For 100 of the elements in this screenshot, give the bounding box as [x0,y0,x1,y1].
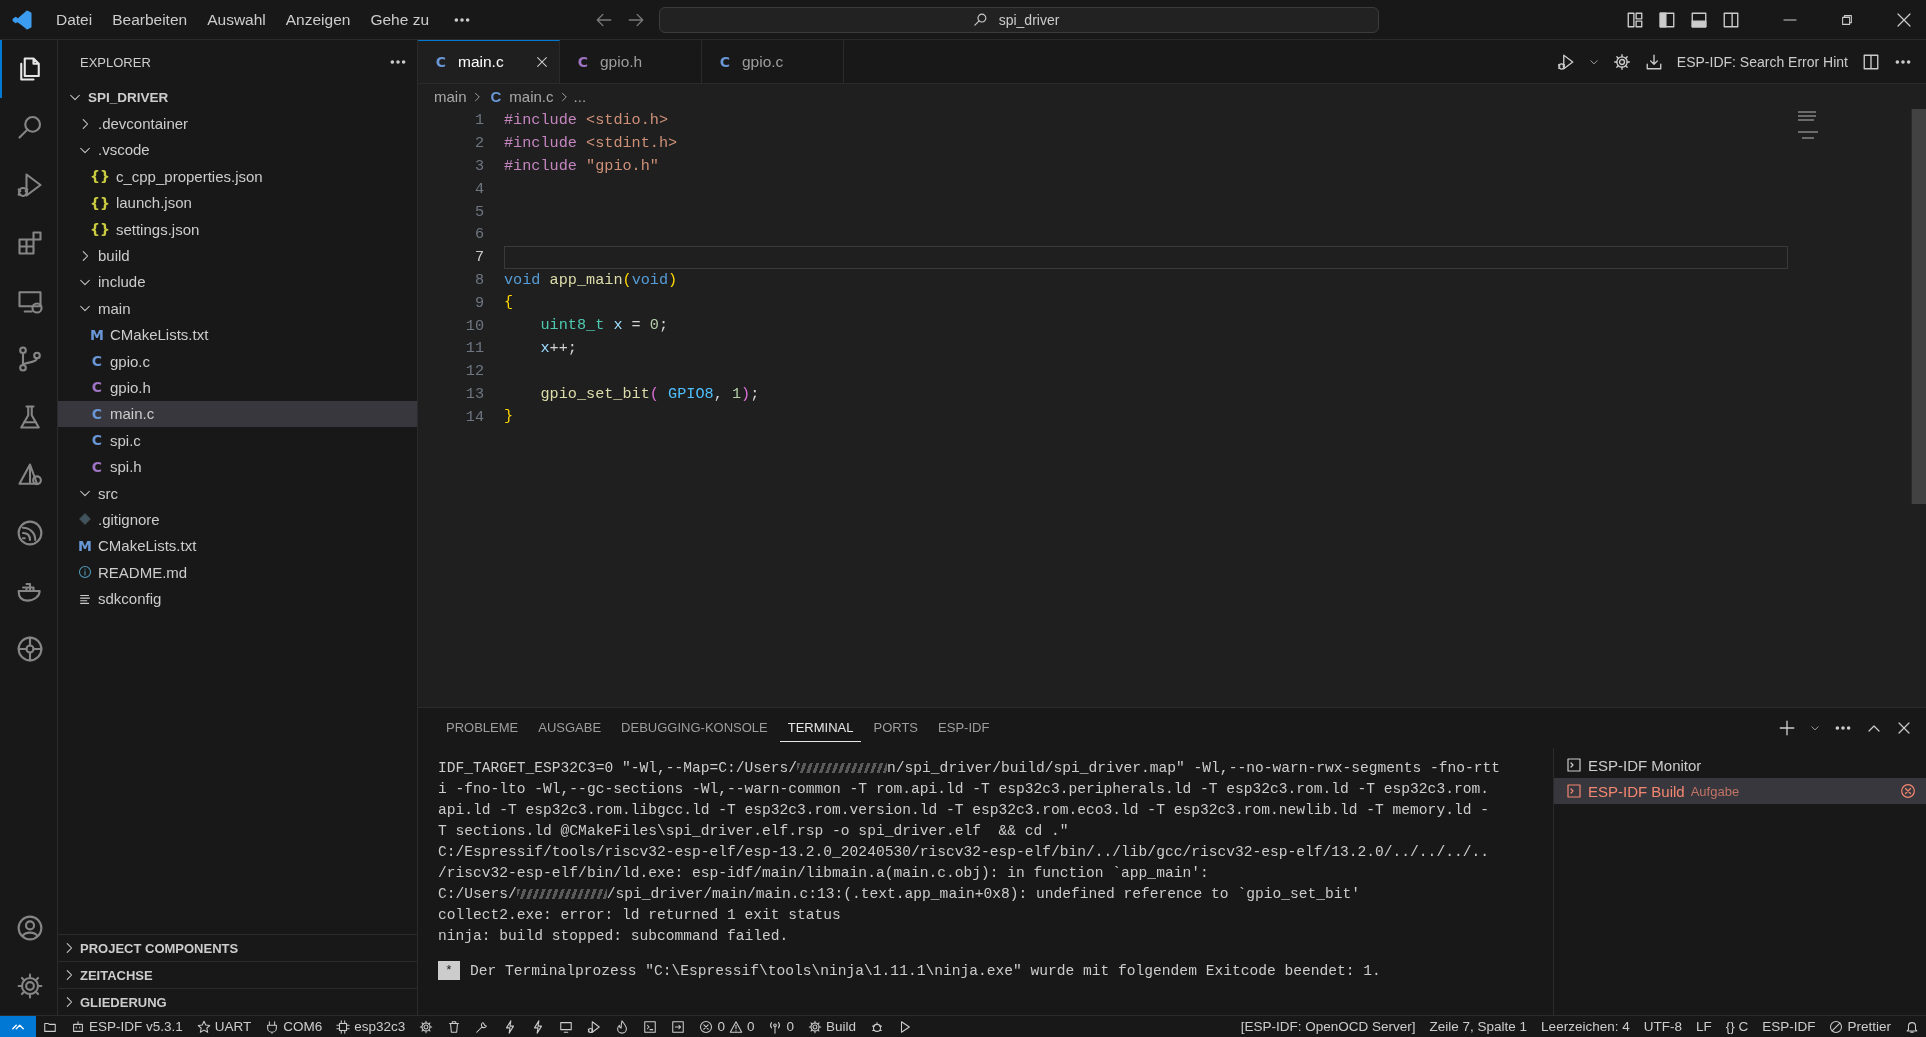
secondary-sidebar-icon[interactable] [1722,10,1740,29]
extensions-icon[interactable] [15,229,44,257]
file-item[interactable]: M CMakeLists.txt [58,321,417,348]
bell-icon[interactable] [1905,1019,1919,1034]
panel-tab[interactable]: AUSGABE [530,714,610,742]
file-item[interactable]: C spi.h [58,453,417,480]
close-icon[interactable] [535,55,549,69]
trash-icon[interactable] [447,1019,462,1034]
file-item[interactable]: C main.c [58,400,417,428]
line-number: 2 [473,134,484,153]
build-status[interactable]: Build [800,1016,863,1037]
file-item[interactable]: sdkconfig [58,585,417,612]
prettier-status[interactable]: Prettier [1822,1016,1898,1037]
breadcrumb-item[interactable]: main [434,88,467,105]
status-item[interactable]: ESP-IDF [1755,1016,1823,1037]
download-tray-icon[interactable] [1644,52,1663,71]
status-item[interactable]: UART [189,1016,259,1037]
terminal-item[interactable]: ESP-IDF Build Aufgabe [1554,778,1926,804]
panel-toggle-icon[interactable] [1690,10,1708,29]
status-item[interactable]: [ESP-IDF: OpenOCD Server] [1233,1016,1423,1037]
search-field[interactable]: spi_driver [659,6,1379,33]
code-line: #include "gpio.h" [504,155,660,177]
close-icon[interactable] [1896,720,1912,736]
file-item[interactable]: {} settings.json [58,215,417,243]
close-icon[interactable] [1896,11,1912,28]
panel-tab[interactable]: PROBLEME [438,714,527,742]
status-item[interactable]: COM6 [258,1016,330,1037]
caret-icon[interactable] [1810,723,1820,733]
account-icon[interactable] [15,914,44,942]
search-error-hint-button[interactable]: ESP-IDF: Search Error Hint [1676,53,1848,70]
status-item[interactable]: UTF-8 [1636,1016,1689,1037]
menu-item[interactable]: Anzeigen [275,6,361,33]
ports-status[interactable]: 0 [761,1016,801,1037]
status-item[interactable]: Leerzeichen: 4 [1534,1016,1637,1037]
file-item[interactable]: {} c_cpp_properties.json [58,163,417,190]
layout-icon[interactable] [1626,10,1644,29]
editor-tab[interactable]: C gpio.c [702,40,844,83]
status-item[interactable]: {} C [1718,1016,1756,1037]
settings-icon[interactable] [15,972,44,1000]
search-icon[interactable] [15,113,44,141]
flame-icon[interactable] [615,1019,630,1034]
monitor-icon[interactable] [559,1019,574,1034]
panel-tab[interactable]: PORTS [865,714,927,742]
section-header[interactable]: ZEITACHSE [58,961,417,988]
line-number: 11 [464,339,484,358]
file-item[interactable]: README.md [58,559,417,586]
play-bug-icon[interactable] [587,1019,602,1034]
menu-item[interactable]: Gehe zu [360,6,439,33]
remote-button[interactable] [0,1016,36,1037]
menu-item[interactable]: Bearbeiten [102,6,198,33]
code-line: } [504,406,515,428]
gear-icon[interactable] [419,1019,434,1034]
breadcrumb-item[interactable]: main.c [509,88,554,105]
split-editor-icon[interactable] [1862,52,1880,71]
folder-item[interactable]: SPI_DRIVER [58,84,417,111]
folder-item[interactable]: include [58,268,417,296]
braces-icon: {} [90,221,110,238]
sidebar-toggle-icon[interactable] [1658,10,1676,29]
status-item[interactable]: ESP-IDF v5.3.1 [64,1016,190,1037]
panel-tab[interactable]: ESP-IDF [930,714,998,742]
c-file-icon: C [434,54,448,70]
run-debug-icon[interactable] [15,171,44,199]
plus-icon[interactable] [1778,719,1796,737]
file-item[interactable]: M CMakeLists.txt [58,532,417,560]
terminal-icon[interactable] [643,1019,658,1034]
line-number: 3 [473,157,484,175]
folder-item[interactable]: src [58,479,417,507]
panel-tab[interactable]: DEBUGGING-KONSOLE [613,714,776,742]
folder-item[interactable]: .vscode [58,136,417,164]
gear-icon[interactable] [1612,52,1631,71]
file-item[interactable]: .gitignore [58,506,417,533]
folder-item[interactable]: build [58,242,417,269]
file-item[interactable]: C spi.c [58,427,417,454]
folder-item[interactable]: .devcontainer [58,110,417,137]
status-item[interactable]: esp32c3 [329,1016,413,1037]
status-item[interactable]: Zeile 7, Spalte 1 [1422,1016,1535,1037]
wheel-icon[interactable] [15,635,44,663]
wifi-circle-icon[interactable] [15,519,44,547]
file-item[interactable]: C gpio.c [58,347,417,375]
error-circle-icon [1900,783,1916,799]
problems-status[interactable]: 0 0 [692,1016,762,1037]
c-file-icon: C [90,458,104,475]
run-debug-icon[interactable] [1556,52,1575,71]
file-item[interactable]: C gpio.h [58,374,417,401]
code-line: uint8_t x = 0; [539,315,670,337]
menu-item[interactable]: Auswahl [197,6,276,33]
line-number: 12 [464,362,484,381]
panel-tab[interactable]: TERMINAL [779,714,862,742]
editor-tab[interactable]: C gpio.h [560,40,702,83]
editor-tab[interactable]: C main.c [418,40,560,83]
scrollbar[interactable] [1911,109,1926,504]
breadcrumb-item[interactable]: ... [573,88,587,105]
menu-item[interactable]: Datei [46,6,103,33]
arrow-box-icon[interactable] [671,1019,686,1034]
status-item[interactable]: LF [1688,1016,1719,1037]
file-item[interactable]: {} launch.json [58,189,417,216]
terminal-item[interactable]: ESP-IDF Monitor [1554,752,1926,778]
section-header[interactable]: PROJECT COMPONENTS [58,934,417,961]
folder-item[interactable]: main [58,295,417,322]
restore-icon[interactable] [1840,12,1854,27]
